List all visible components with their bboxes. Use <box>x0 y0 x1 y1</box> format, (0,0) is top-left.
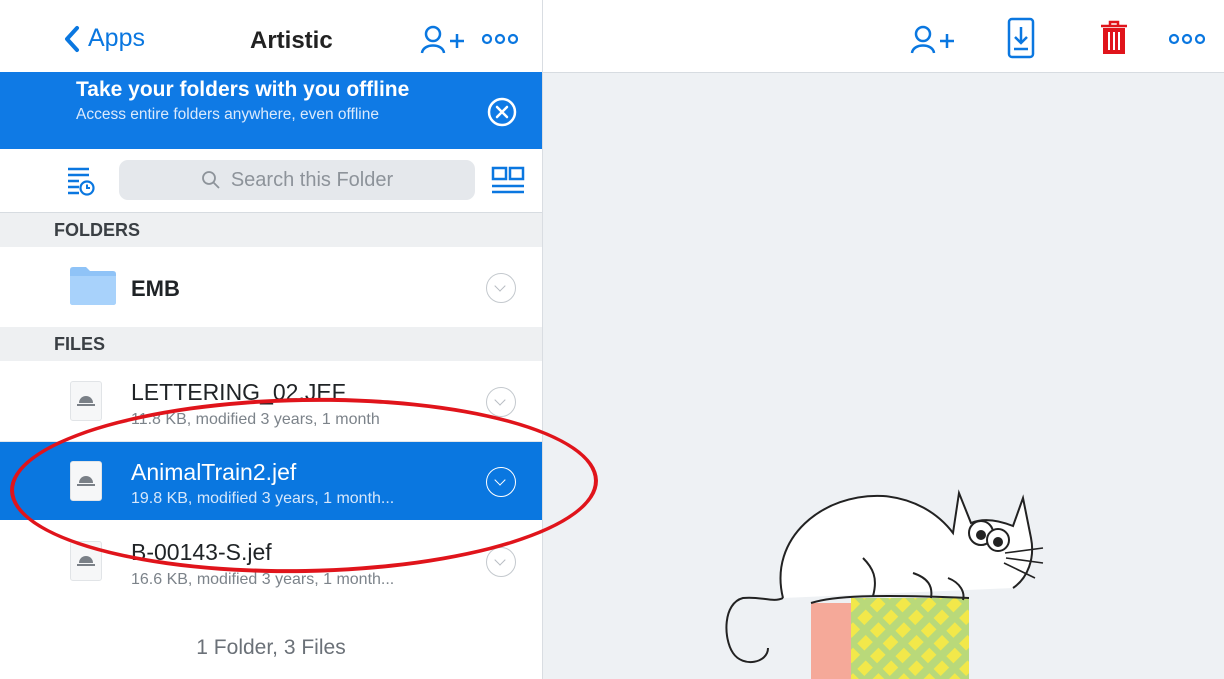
right-toolbar <box>543 0 1224 73</box>
files-section-label: FILES <box>54 334 106 354</box>
close-icon[interactable] <box>486 96 518 128</box>
share-person-icon[interactable] <box>910 24 956 54</box>
search-input[interactable]: Search this Folder <box>119 160 475 200</box>
offline-banner[interactable]: Take your folders with you offline Acces… <box>0 72 542 149</box>
file-row-lettering[interactable]: LETTERING_02.JEF 11.8 KB, modified 3 yea… <box>0 361 542 442</box>
file-name: AnimalTrain2.jef <box>131 459 297 485</box>
grid-view-icon[interactable] <box>491 166 525 194</box>
search-icon <box>201 171 220 189</box>
files-section-header: FILES <box>0 327 542 361</box>
more-options-icon[interactable] <box>482 33 518 45</box>
preview-pane <box>543 0 1224 679</box>
recent-sort-icon[interactable] <box>67 166 95 196</box>
jef-file-icon <box>70 381 102 421</box>
folder-icon <box>70 267 116 305</box>
file-row-animaltrain2[interactable]: AnimalTrain2.jef 19.8 KB, modified 3 yea… <box>0 442 542 520</box>
file-options-chevron[interactable] <box>486 547 516 577</box>
jef-file-icon <box>70 541 102 581</box>
folder-row-emb[interactable]: EMB <box>0 247 542 327</box>
banner-title: Take your folders with you offline <box>76 78 410 101</box>
chevron-left-icon <box>65 25 79 52</box>
left-nav-bar: Apps Artistic <box>0 0 542 72</box>
search-placeholder: Search this Folder <box>230 168 394 191</box>
back-button[interactable]: Apps <box>62 24 145 53</box>
download-to-device-icon[interactable] <box>1007 17 1035 59</box>
cat-illustration <box>725 489 1044 679</box>
banner-subtitle: Access entire folders anywhere, even off… <box>76 106 379 123</box>
file-meta: 11.8 KB, modified 3 years, 1 month <box>131 411 380 428</box>
folders-section-header: FOLDERS <box>0 213 542 247</box>
file-name: B-00143-S.jef <box>131 539 272 565</box>
file-name: LETTERING_02.JEF <box>131 379 346 405</box>
folder-name: EMB <box>131 276 180 301</box>
trash-icon[interactable] <box>1100 20 1128 56</box>
add-person-icon[interactable] <box>420 24 466 54</box>
folders-section-label: FOLDERS <box>54 220 141 240</box>
file-row-b00143[interactable]: B-00143-S.jef 16.6 KB, modified 3 years,… <box>0 521 542 601</box>
item-count: 1 Folder, 3 Files <box>196 636 346 659</box>
folder-options-chevron[interactable] <box>486 273 516 303</box>
file-options-chevron[interactable] <box>486 387 516 417</box>
page-title: Artistic <box>250 27 333 54</box>
file-browser-pane: Apps Artistic Take your folders with you… <box>0 0 543 679</box>
file-meta: 16.6 KB, modified 3 years, 1 month... <box>131 571 395 588</box>
file-options-chevron[interactable] <box>486 467 516 497</box>
file-meta: 19.8 KB, modified 3 years, 1 month... <box>131 490 395 507</box>
more-options-icon[interactable] <box>1169 33 1205 45</box>
back-label: Apps <box>88 24 145 52</box>
search-row: Search this Folder <box>0 149 542 213</box>
jef-file-icon <box>70 461 102 501</box>
